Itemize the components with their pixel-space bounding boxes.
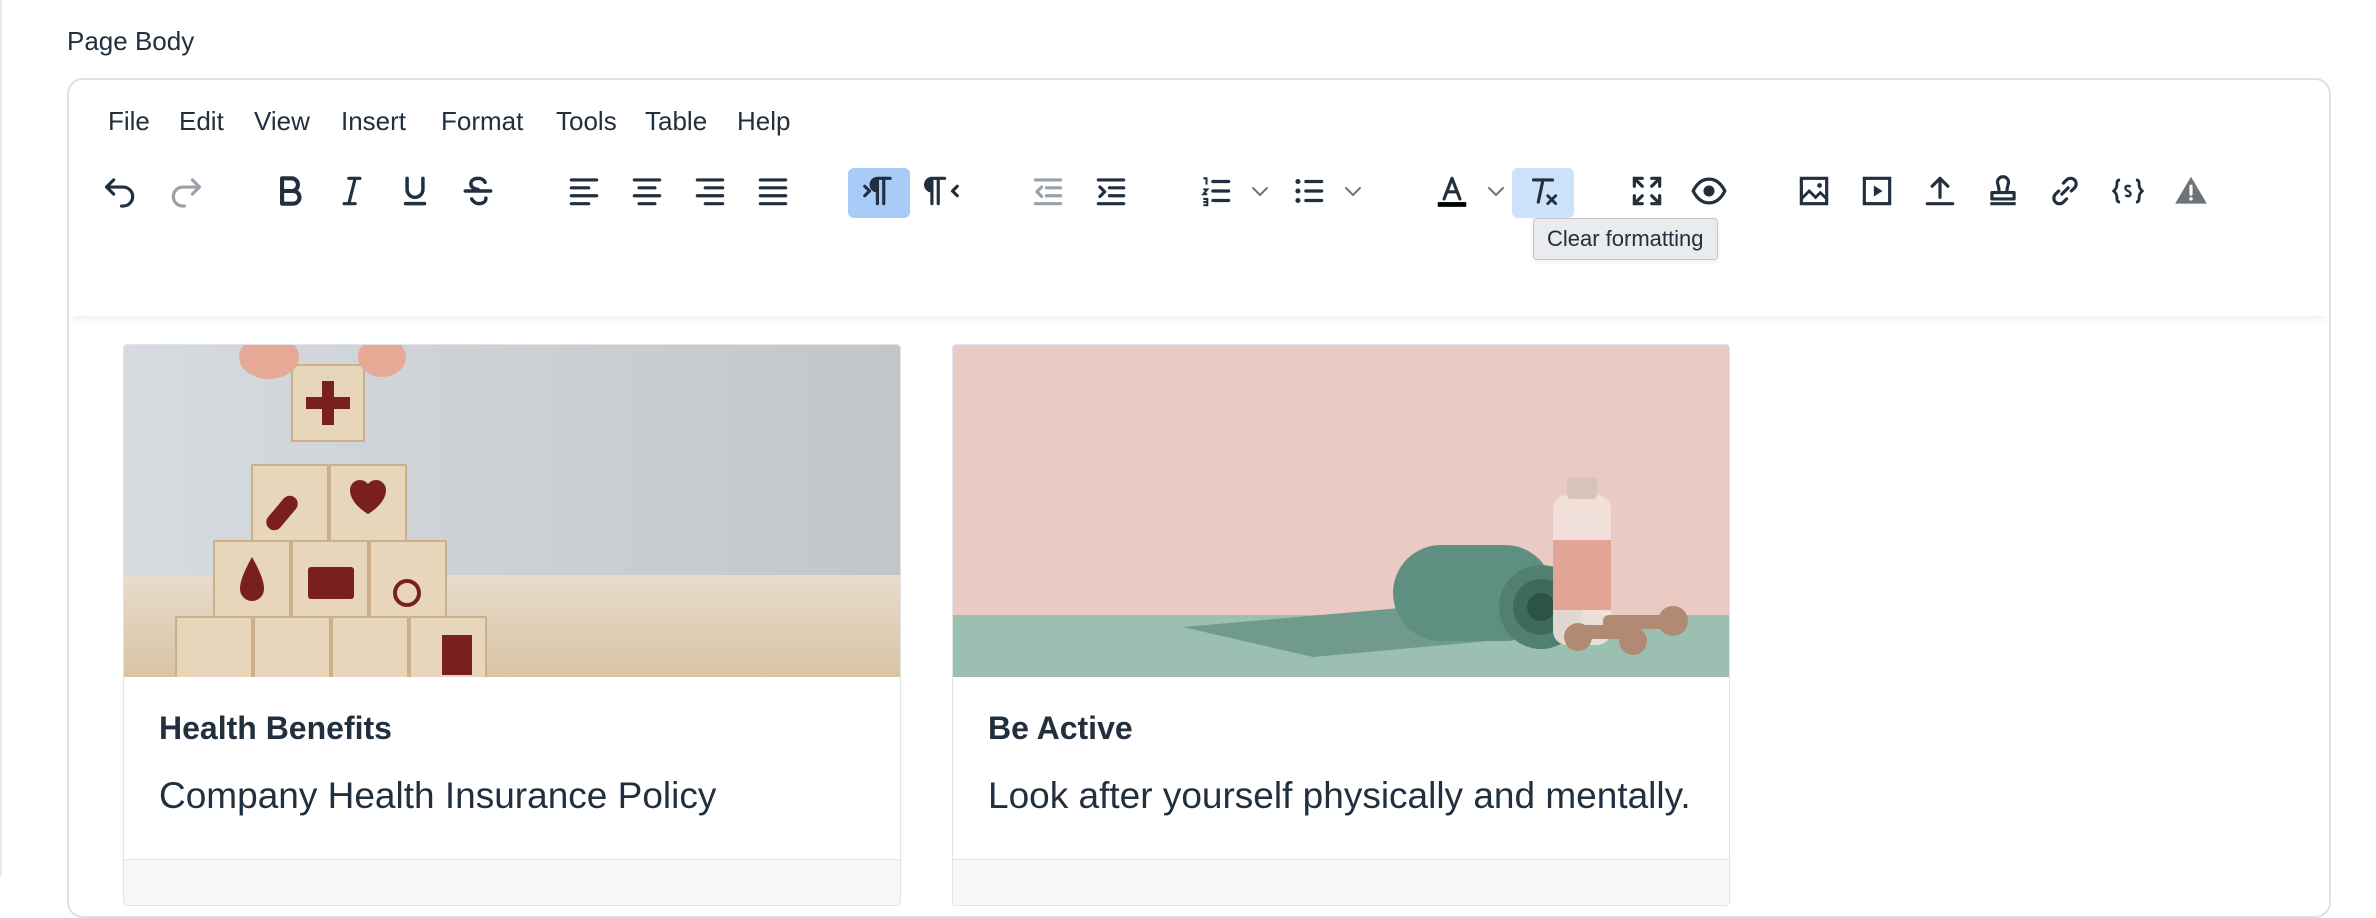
insert-template-button[interactable] <box>2099 168 2157 218</box>
code-icon <box>2109 172 2147 215</box>
preview-button[interactable] <box>1680 168 1738 218</box>
card-text: Company Health Insurance Policy <box>159 775 717 816</box>
outdent-button[interactable] <box>1019 168 1077 218</box>
bullet-list-button[interactable] <box>1280 168 1338 218</box>
card-footer <box>124 859 900 905</box>
upload-icon <box>1921 172 1959 215</box>
indent-button[interactable] <box>1082 168 1140 218</box>
card-title: Health Benefits <box>159 710 392 746</box>
numbered-list-dropdown[interactable] <box>1245 168 1275 218</box>
menubar: File Edit View Insert Format Tools Table… <box>69 80 2329 168</box>
text-color-dropdown[interactable] <box>1481 168 1511 218</box>
align-right-button[interactable] <box>681 168 739 218</box>
underline-button[interactable] <box>386 168 444 218</box>
chevron-down-icon <box>1341 179 1365 208</box>
align-center-icon <box>628 172 666 215</box>
rtl-icon <box>924 172 962 215</box>
text-color-button[interactable] <box>1423 168 1481 218</box>
justify-icon <box>754 172 792 215</box>
card-footer <box>953 859 1729 905</box>
numbered-list-button[interactable] <box>1187 168 1245 218</box>
upload-button[interactable] <box>1911 168 1969 218</box>
strikethrough-button[interactable] <box>449 168 507 218</box>
left-border <box>0 0 2 876</box>
undo-button[interactable] <box>91 168 149 218</box>
warning-icon <box>2172 172 2210 215</box>
justify-button[interactable] <box>744 168 802 218</box>
menu-insert[interactable]: Insert <box>339 106 408 137</box>
bold-icon <box>271 172 309 215</box>
menu-table[interactable]: Table <box>643 106 709 137</box>
card-title: Be Active <box>988 710 1133 746</box>
card-health-benefits[interactable]: Health Benefits Company Health Insurance… <box>123 344 901 906</box>
link-icon <box>2046 172 2084 215</box>
align-right-icon <box>691 172 729 215</box>
fullscreen-button[interactable] <box>1618 168 1676 218</box>
menu-format[interactable]: Format <box>439 106 525 137</box>
health-blocks-image <box>124 345 900 677</box>
field-label: Page Body <box>67 26 195 56</box>
align-center-button[interactable] <box>618 168 676 218</box>
insert-media-button[interactable] <box>1848 168 1906 218</box>
stamp-button[interactable] <box>1974 168 2032 218</box>
media-icon <box>1858 172 1896 215</box>
ltr-icon <box>860 172 898 215</box>
align-left-button[interactable] <box>555 168 613 218</box>
image-icon <box>1795 172 1833 215</box>
align-left-icon <box>565 172 603 215</box>
menu-edit[interactable]: Edit <box>177 106 226 137</box>
numbered-list-icon <box>1197 172 1235 215</box>
undo-icon <box>101 172 139 215</box>
menu-file[interactable]: File <box>106 106 152 137</box>
yoga-mat-image <box>953 345 1729 677</box>
chevron-down-icon <box>1248 179 1272 208</box>
outdent-icon <box>1029 172 1067 215</box>
redo-button[interactable] <box>157 168 215 218</box>
preview-icon <box>1690 172 1728 215</box>
insert-image-button[interactable] <box>1785 168 1843 218</box>
bullet-list-dropdown[interactable] <box>1338 168 1368 218</box>
indent-icon <box>1092 172 1130 215</box>
bold-button[interactable] <box>261 168 319 218</box>
clear-formatting-button[interactable] <box>1512 168 1574 218</box>
underline-icon <box>396 172 434 215</box>
insert-link-button[interactable] <box>2036 168 2094 218</box>
bullet-list-icon <box>1290 172 1328 215</box>
ltr-button[interactable] <box>848 168 910 218</box>
menu-help[interactable]: Help <box>735 106 792 137</box>
rtl-button[interactable] <box>914 168 972 218</box>
card-be-active[interactable]: Be Active Look after yourself physically… <box>952 344 1730 906</box>
fullscreen-icon <box>1628 172 1666 215</box>
stamp-icon <box>1984 172 2022 215</box>
accessibility-check-button[interactable] <box>2162 168 2220 218</box>
chevron-down-icon <box>1484 179 1508 208</box>
strikethrough-icon <box>459 172 497 215</box>
italic-icon <box>333 172 371 215</box>
clear-formatting-icon <box>1524 172 1562 215</box>
redo-icon <box>167 172 205 215</box>
italic-button[interactable] <box>323 168 381 218</box>
menu-view[interactable]: View <box>252 106 312 137</box>
text-color-icon <box>1433 172 1471 215</box>
card-text: Look after yourself physically and menta… <box>988 775 1691 816</box>
menu-tools[interactable]: Tools <box>554 106 619 137</box>
